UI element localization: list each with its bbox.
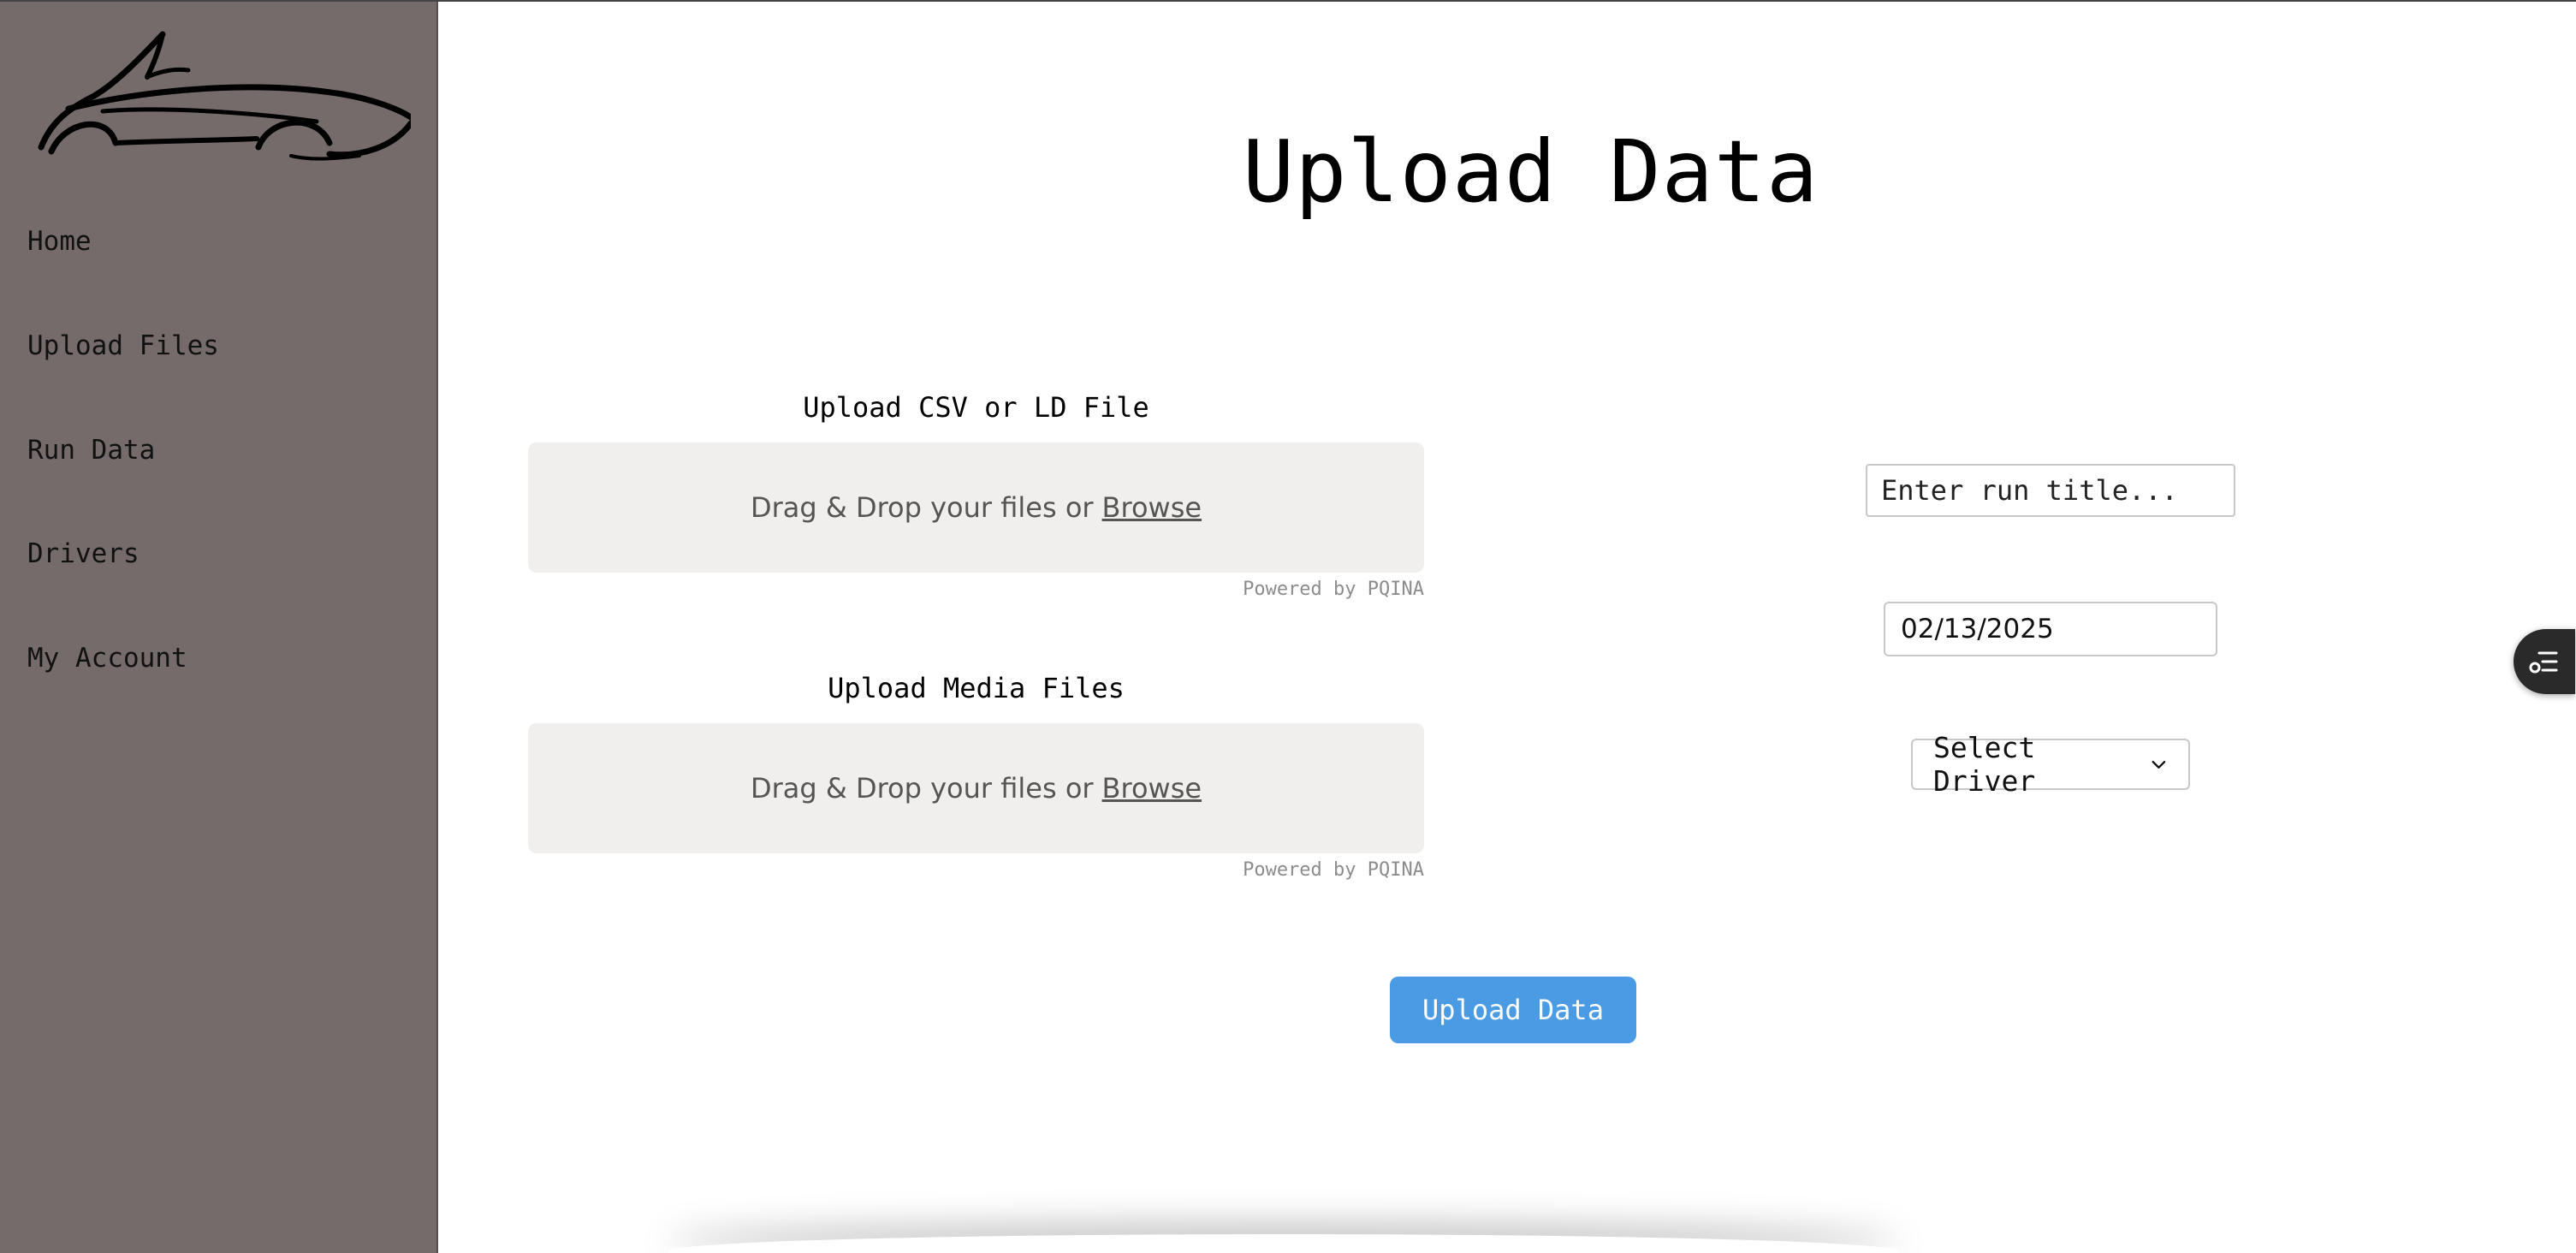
csv-powered-by[interactable]: Powered by PQINA: [1167, 579, 1424, 600]
csv-dropzone[interactable]: Drag & Drop your files or Browse: [528, 442, 1424, 573]
csv-upload-label: Upload CSV or LD File: [803, 391, 1149, 424]
csv-drop-text: Drag & Drop your files or: [750, 491, 1094, 524]
csv-browse-link[interactable]: Browse: [1102, 491, 1202, 524]
bottom-card-shadow: [668, 1234, 1900, 1253]
sidebar: Home Upload Files Run Data Drivers My Ac…: [0, 2, 438, 1253]
sidebar-item-upload-files[interactable]: Upload Files: [27, 330, 219, 361]
filter-list-icon: [2529, 651, 2558, 674]
run-date-value: 02/13/2025: [1901, 614, 2054, 644]
media-drop-text: Drag & Drop your files or: [750, 772, 1094, 805]
driver-select[interactable]: Select Driver: [1911, 731, 2190, 798]
sidebar-item-home[interactable]: Home: [27, 226, 92, 257]
run-title-input[interactable]: [1866, 464, 2235, 517]
run-date-input[interactable]: 02/13/2025: [1884, 602, 2217, 656]
upload-data-button[interactable]: Upload Data: [1390, 977, 1636, 1043]
media-browse-link[interactable]: Browse: [1102, 772, 1202, 805]
app-page: Home Upload Files Run Data Drivers My Ac…: [0, 0, 2576, 1253]
sidebar-item-drivers[interactable]: Drivers: [27, 538, 139, 569]
media-powered-by[interactable]: Powered by PQINA: [1167, 859, 1424, 881]
chevron-down-icon: [2152, 760, 2166, 769]
car-logo[interactable]: [34, 27, 411, 164]
page-title: Upload Data: [1243, 122, 1819, 222]
media-upload-label: Upload Media Files: [828, 672, 1125, 704]
media-dropzone[interactable]: Drag & Drop your files or Browse: [528, 723, 1424, 853]
sidebar-item-run-data[interactable]: Run Data: [27, 435, 155, 466]
driver-select-value: Select Driver: [1933, 731, 2036, 798]
sidebar-item-my-account[interactable]: My Account: [27, 643, 187, 674]
floating-menu-button[interactable]: [2514, 629, 2575, 694]
